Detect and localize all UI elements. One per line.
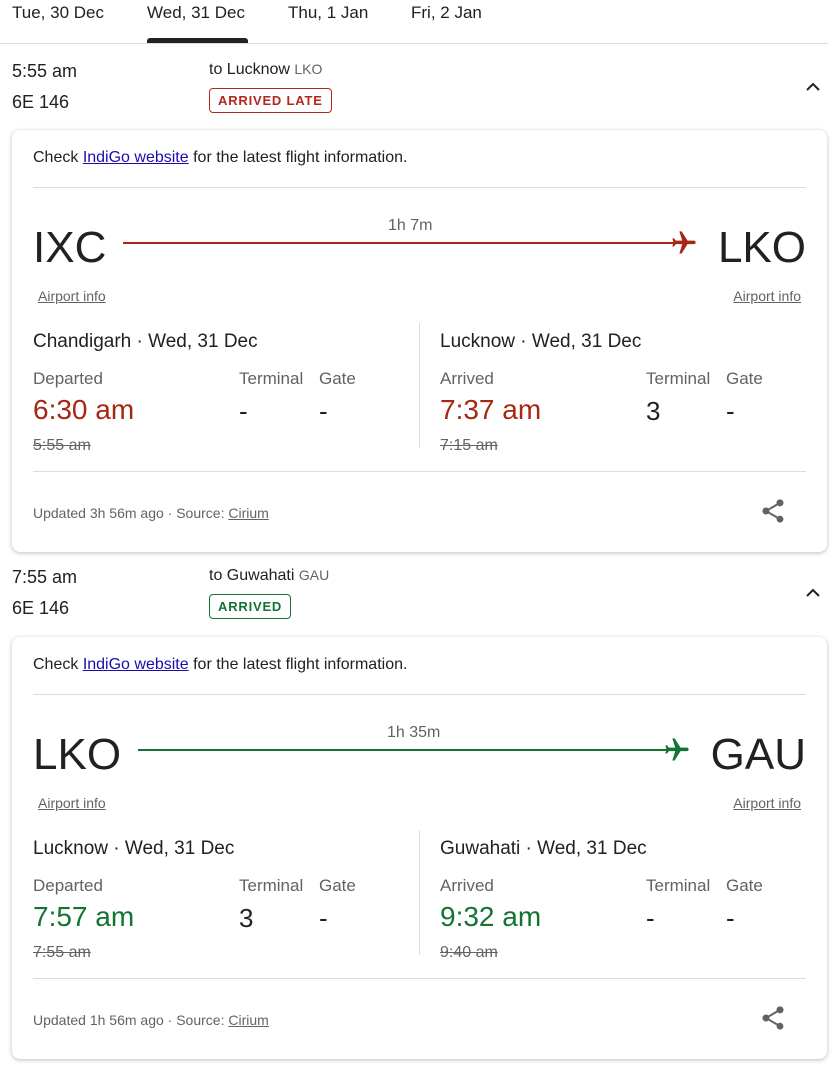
airplane-icon bbox=[672, 231, 696, 254]
gate-label: Gate bbox=[319, 369, 356, 388]
flight-number: 6E 146 bbox=[12, 92, 70, 112]
date-tabs: Tue, 30 Dec Wed, 31 Dec Thu, 1 Jan Fri, … bbox=[0, 0, 828, 44]
chevron-up-icon[interactable] bbox=[801, 75, 825, 99]
divider bbox=[33, 694, 806, 695]
destination-airport-info-link[interactable]: Airport info bbox=[733, 795, 801, 811]
origin-code: LKO bbox=[33, 730, 122, 779]
column-divider bbox=[419, 830, 420, 955]
origin-airport-info-link[interactable]: Airport info bbox=[38, 795, 106, 811]
actual-arrival-time: 7:37 am bbox=[440, 394, 542, 425]
airplane-icon bbox=[665, 738, 689, 761]
check-airline-notice: Check IndiGo website for the latest flig… bbox=[33, 149, 408, 166]
arrived-label: Arrived bbox=[440, 876, 494, 895]
departure-gate: - bbox=[319, 903, 328, 933]
flight-detail-card: Check IndiGo website for the latest flig… bbox=[12, 637, 827, 1059]
gate-label: Gate bbox=[319, 876, 356, 895]
flight-summary-row[interactable]: 5:55 am 6E 146 to Lucknow LKO ARRIVED LA… bbox=[0, 61, 837, 121]
origin-airport-info-link[interactable]: Airport info bbox=[38, 288, 106, 304]
flight-duration: 1h 35m bbox=[387, 724, 441, 741]
scheduled-departure-time: 7:55 am bbox=[33, 944, 91, 961]
tab-tue-30-dec[interactable]: Tue, 30 Dec bbox=[12, 3, 104, 23]
chevron-up-icon[interactable] bbox=[801, 581, 825, 605]
actual-departure-time: 6:30 am bbox=[33, 394, 135, 425]
departure-time: 5:55 am bbox=[12, 61, 78, 81]
scheduled-arrival-time: 9:40 am bbox=[440, 944, 498, 961]
update-info: Updated 1h 56m ago · Source: Cirium bbox=[33, 1012, 269, 1028]
tab-wed-31-dec[interactable]: Wed, 31 Dec bbox=[147, 3, 245, 23]
origin-code: IXC bbox=[33, 223, 107, 272]
terminal-label: Terminal bbox=[239, 876, 304, 895]
scheduled-departure-time: 5:55 am bbox=[33, 437, 91, 454]
arrival-gate: - bbox=[726, 396, 735, 426]
actual-departure-time: 7:57 am bbox=[33, 901, 135, 932]
destination-code: LKO bbox=[294, 61, 323, 77]
destination-airport-code: GAU bbox=[710, 730, 806, 779]
updated-ago: Updated 3h 56m ago bbox=[33, 505, 164, 521]
scheduled-arrival-time: 7:15 am bbox=[440, 437, 498, 454]
column-divider bbox=[419, 323, 420, 448]
arrival-city-date: Lucknow · Wed, 31 Dec bbox=[440, 331, 642, 352]
updated-ago: Updated 1h 56m ago bbox=[33, 1012, 164, 1028]
status-badge: ARRIVED bbox=[209, 594, 292, 619]
update-info: Updated 3h 56m ago · Source: Cirium bbox=[33, 505, 269, 521]
destination-airport-info-link[interactable]: Airport info bbox=[733, 288, 801, 304]
arrival-city-date: Guwahati · Wed, 31 Dec bbox=[440, 838, 647, 859]
flight-summary-row[interactable]: 7:55 am 6E 146 to Guwahati GAU ARRIVED bbox=[0, 567, 837, 627]
status-badge: ARRIVED LATE bbox=[209, 88, 332, 113]
arrival-terminal: - bbox=[646, 903, 655, 933]
divider bbox=[33, 978, 806, 979]
destination-line: to Guwahati GAU bbox=[209, 567, 329, 585]
departed-label: Departed bbox=[33, 876, 103, 895]
departure-terminal: 3 bbox=[239, 903, 254, 933]
departure-city-date: Lucknow · Wed, 31 Dec bbox=[33, 838, 235, 859]
arrival-gate: - bbox=[726, 903, 735, 933]
destination-name: to Lucknow bbox=[209, 61, 290, 78]
flight-number: 6E 146 bbox=[12, 598, 70, 618]
actual-arrival-time: 9:32 am bbox=[440, 901, 542, 932]
destination-name: to Guwahati bbox=[209, 567, 295, 584]
gate-label: Gate bbox=[726, 876, 763, 895]
departure-terminal: - bbox=[239, 396, 248, 426]
terminal-label: Terminal bbox=[239, 369, 304, 388]
departed-label: Departed bbox=[33, 369, 103, 388]
gate-label: Gate bbox=[726, 369, 763, 388]
arrival-terminal: 3 bbox=[646, 396, 661, 426]
share-icon[interactable] bbox=[759, 1004, 787, 1032]
check-airline-notice: Check IndiGo website for the latest flig… bbox=[33, 656, 408, 673]
departure-gate: - bbox=[319, 396, 328, 426]
airline-website-link[interactable]: IndiGo website bbox=[83, 149, 189, 166]
divider bbox=[33, 187, 806, 188]
arrived-label: Arrived bbox=[440, 369, 494, 388]
flight-detail-card: Check IndiGo website for the latest flig… bbox=[12, 130, 827, 552]
departure-time: 7:55 am bbox=[12, 567, 78, 587]
source-link[interactable]: Cirium bbox=[228, 505, 268, 521]
selected-tab-indicator bbox=[147, 38, 248, 43]
divider bbox=[33, 471, 806, 472]
tab-fri-2-jan[interactable]: Fri, 2 Jan bbox=[411, 3, 482, 23]
destination-code: GAU bbox=[298, 567, 330, 583]
route-line bbox=[138, 749, 668, 751]
tab-thu-1-jan[interactable]: Thu, 1 Jan bbox=[288, 3, 368, 23]
source-link[interactable]: Cirium bbox=[228, 1012, 268, 1028]
flight-duration: 1h 7m bbox=[388, 217, 433, 234]
airline-website-link[interactable]: IndiGo website bbox=[83, 656, 189, 673]
terminal-label: Terminal bbox=[646, 369, 711, 388]
departure-city-date: Chandigarh · Wed, 31 Dec bbox=[33, 331, 258, 352]
route-line bbox=[123, 242, 679, 244]
terminal-label: Terminal bbox=[646, 876, 711, 895]
share-icon[interactable] bbox=[759, 497, 787, 525]
destination-line: to Lucknow LKO bbox=[209, 61, 322, 79]
destination-airport-code: LKO bbox=[717, 223, 806, 272]
